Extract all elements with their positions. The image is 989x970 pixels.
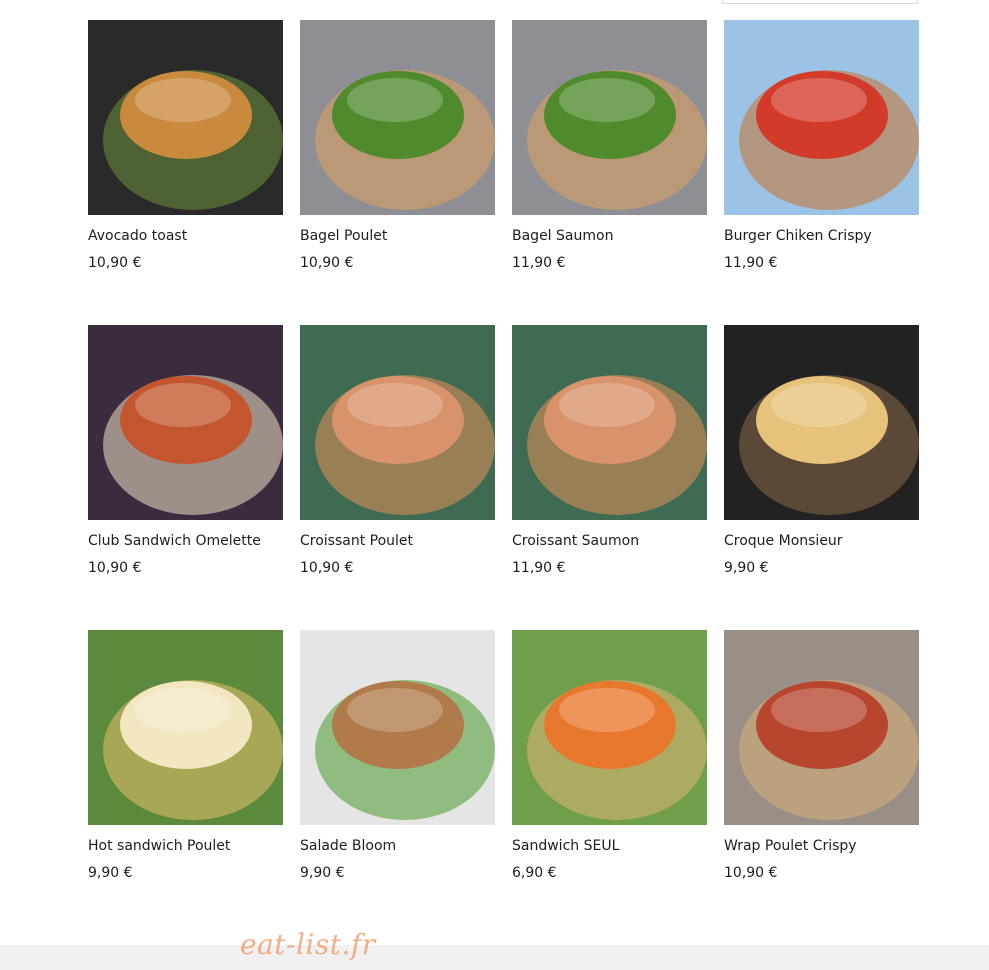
burger-chiken-crispy-photo[interactable] xyxy=(724,20,919,215)
product-card[interactable]: Hot sandwich Poulet 9,90 € xyxy=(88,630,283,881)
product-name[interactable]: Club Sandwich Omelette xyxy=(88,532,261,550)
footer-bar xyxy=(0,945,989,970)
product-card[interactable]: Wrap Poulet Crispy 10,90 € xyxy=(724,630,919,881)
product-card[interactable]: Bagel Poulet 10,90 € xyxy=(300,20,495,271)
product-price: 11,90 € xyxy=(724,255,778,271)
croissant-saumon-photo[interactable] xyxy=(512,325,707,520)
product-price: 9,90 € xyxy=(300,865,345,881)
product-card[interactable]: Avocado toast 10,90 € xyxy=(88,20,283,271)
sandwich-seul-photo[interactable] xyxy=(512,630,707,825)
product-price: 9,90 € xyxy=(724,560,769,576)
product-price: 10,90 € xyxy=(300,560,354,576)
product-name[interactable]: Avocado toast xyxy=(88,227,187,245)
product-name[interactable]: Croissant Poulet xyxy=(300,532,413,550)
croque-monsieur-photo[interactable] xyxy=(724,325,919,520)
croissant-poulet-photo[interactable] xyxy=(300,325,495,520)
bagel-poulet-photo[interactable] xyxy=(300,20,495,215)
product-name[interactable]: Bagel Poulet xyxy=(300,227,387,245)
product-card[interactable]: Bagel Saumon 11,90 € xyxy=(512,20,707,271)
avocado-toast-photo[interactable] xyxy=(88,20,283,215)
product-name[interactable]: Croque Monsieur xyxy=(724,532,843,550)
watermark: eat-list.fr xyxy=(240,928,376,961)
club-sandwich-omelette-photo[interactable] xyxy=(88,325,283,520)
product-price: 6,90 € xyxy=(512,865,557,881)
product-name[interactable]: Salade Bloom xyxy=(300,837,396,855)
product-price: 10,90 € xyxy=(88,255,142,271)
product-price: 10,90 € xyxy=(300,255,354,271)
search-input[interactable] xyxy=(722,0,918,4)
product-price: 9,90 € xyxy=(88,865,133,881)
product-grid: Avocado toast 10,90 € Bagel Poulet 10,90 € B… xyxy=(88,20,919,881)
product-card[interactable]: Salade Bloom 9,90 € xyxy=(300,630,495,881)
product-name[interactable]: Bagel Saumon xyxy=(512,227,613,245)
bagel-saumon-photo[interactable] xyxy=(512,20,707,215)
product-name[interactable]: Hot sandwich Poulet xyxy=(88,837,230,855)
salade-bloom-photo[interactable] xyxy=(300,630,495,825)
product-card[interactable]: Club Sandwich Omelette 10,90 € xyxy=(88,325,283,576)
product-name[interactable]: Sandwich SEUL xyxy=(512,837,619,855)
product-price: 10,90 € xyxy=(88,560,142,576)
product-price: 10,90 € xyxy=(724,865,778,881)
product-name[interactable]: Croissant Saumon xyxy=(512,532,639,550)
product-price: 11,90 € xyxy=(512,255,566,271)
product-card[interactable]: Sandwich SEUL 6,90 € xyxy=(512,630,707,881)
product-card[interactable]: Croque Monsieur 9,90 € xyxy=(724,325,919,576)
product-price: 11,90 € xyxy=(512,560,566,576)
product-name[interactable]: Burger Chiken Crispy xyxy=(724,227,872,245)
product-card[interactable]: Burger Chiken Crispy 11,90 € xyxy=(724,20,919,271)
product-name[interactable]: Wrap Poulet Crispy xyxy=(724,837,857,855)
hot-sandwich-poulet-photo[interactable] xyxy=(88,630,283,825)
wrap-poulet-crispy-photo[interactable] xyxy=(724,630,919,825)
product-card[interactable]: Croissant Saumon 11,90 € xyxy=(512,325,707,576)
product-card[interactable]: Croissant Poulet 10,90 € xyxy=(300,325,495,576)
